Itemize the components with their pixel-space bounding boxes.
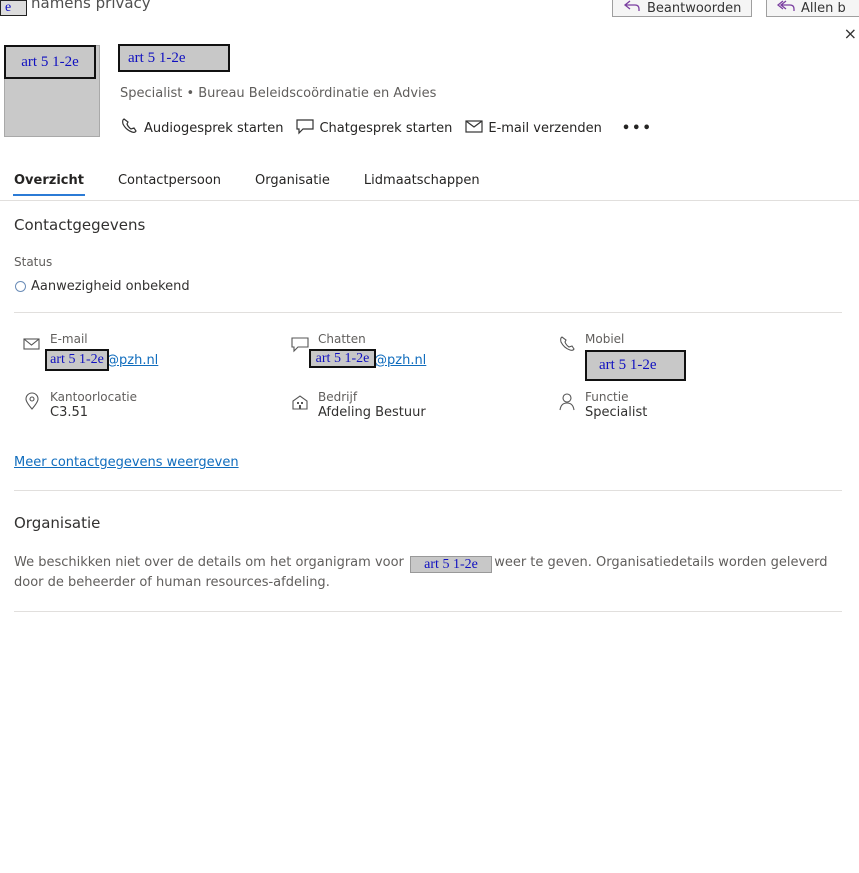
mail-icon — [22, 334, 42, 354]
avatar-redaction: art 5 1-2e — [4, 45, 96, 79]
organisation-redaction: art 5 1-2e — [410, 556, 492, 573]
mobile-redaction: art 5 1-2e — [585, 350, 686, 381]
person-icon — [557, 392, 577, 412]
reply-all-icon — [776, 0, 795, 17]
company-field: Bedrijf Afdeling Bestuur — [290, 390, 426, 420]
tab-divider — [0, 200, 859, 201]
org-text-after: weer te geven. Organisatiedetails worden… — [494, 555, 828, 570]
location-pin-icon — [22, 392, 42, 412]
presence-icon — [15, 281, 26, 292]
presence-value: Aanwezigheid onbekend — [31, 279, 190, 294]
company-label: Bedrijf — [318, 390, 358, 404]
phone-icon — [120, 117, 140, 139]
email-link[interactable]: @pzh.nl — [106, 353, 158, 368]
audio-call-label: Audiogesprek starten — [144, 120, 284, 136]
function-field: Functie Specialist — [557, 390, 647, 420]
presence-status: Aanwezigheid onbekend — [15, 279, 190, 294]
reply-label: Beantwoorden — [647, 0, 742, 16]
email-redaction: art 5 1-2e — [45, 349, 109, 371]
send-email-button[interactable]: E-mail verzenden — [464, 117, 602, 139]
email-label: E-mail — [50, 332, 88, 346]
org-text-line2: door de beheerder of human resources-afd… — [14, 575, 330, 590]
status-label: Status — [14, 255, 53, 269]
mail-icon — [464, 117, 484, 139]
tab-organisatie[interactable]: Organisatie — [255, 173, 330, 188]
more-contact-details-link[interactable]: Meer contactgegevens weergeven — [14, 455, 239, 470]
company-value: Afdeling Bestuur — [318, 405, 426, 420]
chat-button[interactable]: Chatgesprek starten — [295, 117, 452, 139]
audio-call-button[interactable]: Audiogesprek starten — [120, 117, 283, 139]
mobile-label: Mobiel — [585, 332, 625, 346]
top-strip: e namens privacy Beantwoorden Allen b — [0, 0, 859, 18]
action-bar: Audiogesprek starten Chatgesprek starten… — [120, 117, 653, 139]
tab-contactpersoon[interactable]: Contactpersoon — [118, 173, 221, 188]
more-options-icon[interactable]: ••• — [622, 121, 653, 136]
chat-label: Chatgesprek starten — [319, 120, 453, 136]
tab-bar: Overzicht Contactpersoon Organisatie Lid… — [13, 173, 480, 196]
office-field: Kantoorlocatie C3.51 — [22, 390, 137, 420]
send-email-label: E-mail verzenden — [488, 120, 602, 136]
building-icon — [290, 392, 310, 412]
divider — [14, 611, 842, 612]
chat-label: Chatten — [318, 332, 366, 346]
close-icon[interactable]: × — [844, 24, 857, 43]
organisation-section-title: Organisatie — [14, 514, 101, 532]
reply-button[interactable]: Beantwoorden — [612, 0, 753, 17]
function-value: Specialist — [585, 405, 648, 420]
redaction-box: e — [0, 0, 27, 16]
contact-section-title: Contactgegevens — [14, 216, 146, 234]
reply-all-label: Allen b — [801, 0, 846, 16]
chat-redaction: art 5 1-2e — [309, 349, 376, 368]
job-subtitle: Specialist • Bureau Beleidscoördinatie e… — [120, 86, 437, 101]
chat-link[interactable]: @pzh.nl — [374, 353, 426, 368]
chat-icon — [295, 117, 315, 139]
phone-icon — [557, 334, 577, 354]
tab-lidmaatschappen[interactable]: Lidmaatschappen — [364, 173, 480, 188]
reply-icon — [623, 0, 641, 17]
divider — [14, 490, 842, 491]
divider — [14, 312, 842, 313]
org-text-before: We beschikken niet over de details om he… — [14, 555, 404, 570]
function-label: Functie — [585, 390, 629, 404]
office-label: Kantoorlocatie — [50, 390, 137, 404]
office-value: C3.51 — [50, 405, 89, 420]
tab-overzicht[interactable]: Overzicht — [13, 173, 85, 196]
reply-all-button[interactable]: Allen b — [766, 0, 859, 17]
contact-name-redaction: art 5 1-2e — [118, 44, 230, 72]
chat-icon — [290, 334, 310, 354]
message-subject: namens privacy — [31, 0, 151, 12]
